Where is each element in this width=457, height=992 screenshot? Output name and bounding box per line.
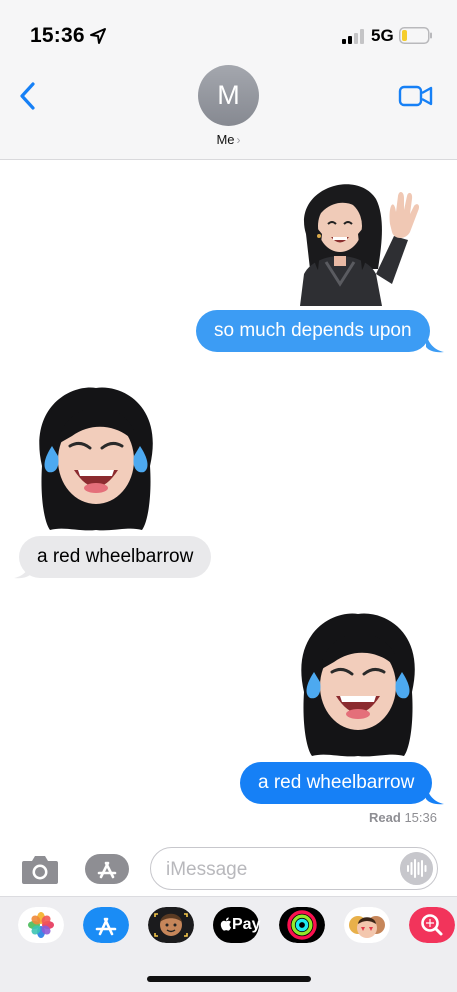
apple-pay-label: Pay — [232, 916, 261, 933]
audio-waveform-icon[interactable] — [400, 852, 433, 885]
activity-app-icon[interactable] — [279, 907, 325, 943]
read-receipt-time: 15:36 — [404, 810, 437, 825]
battery-icon — [399, 27, 432, 44]
camera-icon[interactable] — [21, 853, 59, 885]
apple-logo-icon — [220, 917, 232, 931]
bubble-tail — [426, 785, 444, 805]
home-indicator[interactable] — [147, 976, 311, 982]
read-receipt: Read 15:36 — [369, 810, 437, 825]
status-time: 15:36 — [30, 24, 85, 47]
message-bubble-outgoing[interactable]: so much depends upon — [196, 310, 430, 352]
bubble-tail — [14, 559, 32, 579]
contact-name-label: Me — [216, 132, 235, 147]
contact-name-button[interactable]: Me › — [0, 132, 457, 147]
facetime-video-icon[interactable] — [398, 82, 434, 110]
message-bubble-outgoing[interactable]: a red wheelbarrow — [240, 762, 433, 804]
status-bar: 15:36 5G — [0, 0, 457, 62]
memoji-stickers-app-icon[interactable] — [148, 907, 194, 943]
app-store-app-icon[interactable] — [83, 907, 129, 943]
app-store-icon[interactable] — [84, 853, 130, 885]
apple-pay-app-icon[interactable]: Pay — [213, 907, 261, 943]
message-bubble-incoming[interactable]: a red wheelbarrow — [19, 536, 212, 578]
message-placeholder: iMessage — [166, 859, 248, 880]
memoji-laughing-tears-sticker[interactable] — [32, 386, 160, 533]
memoji-laughing-tears-sticker[interactable] — [294, 612, 422, 759]
back-chevron-icon[interactable] — [16, 80, 40, 112]
bubble-tail — [426, 333, 444, 353]
conversation-header: M Me › — [0, 62, 457, 160]
cellular-signal-icon — [342, 28, 364, 44]
chevron-right-icon: › — [236, 133, 241, 147]
read-receipt-label: Read — [369, 810, 401, 825]
contact-avatar[interactable]: M — [198, 65, 259, 126]
animoji-app-icon[interactable] — [344, 907, 390, 943]
memoji-waving-sticker[interactable] — [286, 174, 421, 306]
images-search-app-icon[interactable] — [409, 907, 455, 943]
message-input[interactable]: iMessage — [150, 847, 438, 890]
network-type: 5G — [371, 26, 394, 45]
location-arrow-icon — [90, 28, 106, 44]
photos-app-icon[interactable] — [18, 907, 64, 943]
